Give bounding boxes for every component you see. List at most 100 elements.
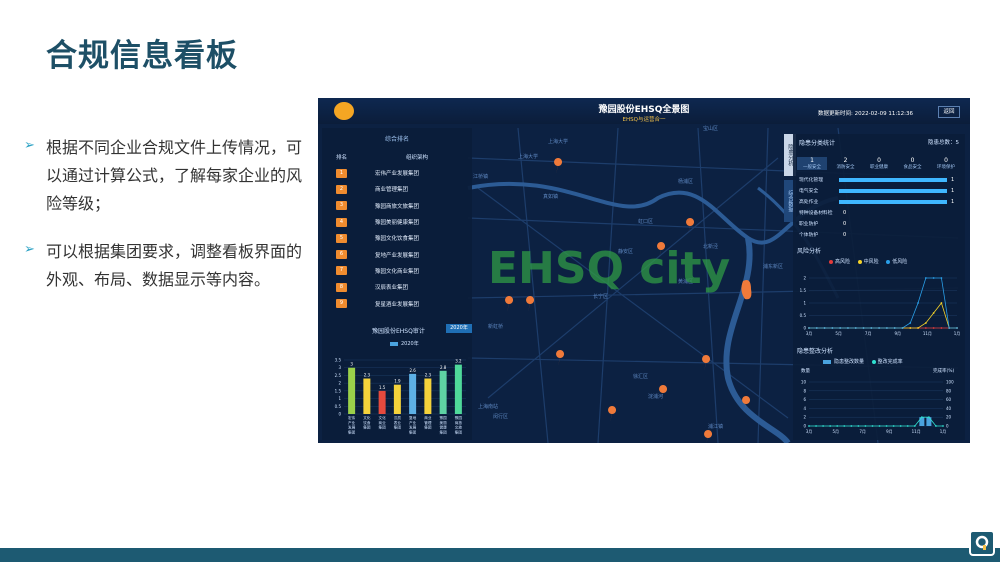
ranking-row[interactable]: 6 复地产业发展集团	[322, 246, 472, 262]
hazard-bar-value: 0	[843, 231, 847, 238]
rectify-legend: 隐患整改数量 整改完成率	[823, 358, 903, 365]
map-label: 浦东新区	[763, 263, 783, 270]
x-tick-label: 商旅	[455, 420, 463, 425]
bar	[363, 378, 371, 414]
data-point	[909, 327, 912, 329]
rank-org-name: 豫园文化商业集团	[375, 268, 420, 275]
y2-tick-label: 80	[946, 388, 952, 393]
hazard-stat[interactable]: 0 环境保护	[931, 157, 961, 170]
hazard-stat[interactable]: 2 消防安全	[831, 157, 861, 170]
year-button[interactable]: 2020年	[446, 324, 472, 333]
hazard-total: 隐患总数：5	[928, 138, 959, 147]
y2-tick-label: 20	[946, 415, 952, 420]
rank-number: 9	[336, 299, 347, 309]
hazard-bar-row: 电气安全 1	[799, 185, 965, 196]
ranking-row[interactable]: 1 宏伟产业发展集团	[322, 165, 472, 181]
bar-value-label: 1.5	[379, 385, 386, 390]
y-tick-label: 0	[803, 424, 806, 429]
map-label: 徐汇区	[633, 373, 648, 380]
x-tick-label: 集团	[379, 425, 387, 430]
hazard-stat-label: 一般安全	[803, 165, 821, 170]
y-tick-label: 2	[803, 276, 806, 281]
x-tick-label: 文旅	[455, 425, 463, 430]
x-tick-label: 集团	[455, 429, 463, 434]
bar-value-label: 2.6	[409, 368, 416, 373]
ranking-row[interactable]: 3 豫园商旅文旅集团	[322, 198, 472, 214]
hazard-stat-value: 0	[877, 157, 881, 164]
rectify-legend-rate: 整改完成率	[877, 359, 903, 365]
hazard-stat-label: 食品安全	[903, 165, 922, 170]
data-point	[878, 327, 881, 329]
data-point	[808, 425, 810, 427]
ranking-header: 排名 组织架构	[336, 153, 472, 161]
hazard-panel: 隐患分类统计 隐患总数：5 1 一般安全 2 消防安全 0 职业健康 0 食品安全 0 环境保护 …	[793, 134, 965, 440]
legend-swatch	[390, 341, 398, 346]
data-point	[942, 425, 944, 427]
rank-number: 8	[336, 282, 347, 292]
rectify-chart: 0 0 2 20 4 40 6 60 8 80 10 100 3月 5月 7月 9月 11月 1月	[801, 380, 954, 435]
data-point	[901, 327, 904, 329]
data-point	[956, 327, 958, 329]
data-point	[839, 327, 842, 329]
update-time-value: 2022-02-09 11:12:36	[854, 111, 914, 117]
x-tick-label: 3月	[806, 331, 813, 336]
x-tick-label: 7月	[859, 429, 866, 434]
y2-tick-label: 40	[946, 406, 952, 411]
rank-org-name: 商业管理集团	[375, 187, 409, 194]
x-tick-label: 商业	[379, 420, 387, 425]
bar	[409, 373, 417, 414]
x-tick-label: 文化	[363, 415, 371, 420]
x-tick-label: 11月	[912, 429, 921, 434]
y-tick-label: 6	[803, 397, 806, 402]
bar-value-label: 2.3	[364, 373, 371, 378]
data-point	[864, 425, 867, 427]
data-point	[924, 327, 927, 329]
ranking-row[interactable]: 7 豫园文化商业集团	[322, 263, 472, 279]
data-point	[822, 425, 825, 427]
dashboard-header: 豫园股份EHSQ全景图 EHSQ与运营合一 数据更新时间: 2022-02-09…	[318, 98, 970, 124]
data-point	[920, 416, 923, 419]
rank-number: 7	[336, 266, 347, 276]
data-point	[857, 425, 860, 427]
data-point	[909, 322, 912, 324]
watermark-text: EHSQ city	[488, 243, 730, 294]
hazard-stat-value: 1	[810, 157, 814, 164]
hazard-stat-label: 环境保护	[937, 165, 955, 170]
ranking-row[interactable]: 5 豫园文化饮食集团	[322, 230, 472, 246]
ranking-row[interactable]: 4 豫园美丽健康集团	[322, 214, 472, 230]
ranking-row[interactable]: 9 复星酒业发展集团	[322, 295, 472, 311]
x-tick-label: 健康	[440, 425, 448, 430]
audit-legend-label: 2020年	[401, 341, 419, 347]
hazard-stat[interactable]: 0 职业健康	[864, 157, 894, 170]
back-button[interactable]: 返回	[938, 106, 960, 118]
update-time: 数据更新时间: 2022-02-09 11:12:36	[818, 109, 913, 117]
bar	[348, 367, 356, 414]
hazard-stat[interactable]: 1 一般安全	[797, 157, 827, 170]
footer-bar	[0, 548, 1000, 562]
ranking-row[interactable]: 2 商业管理集团	[322, 181, 472, 197]
data-point	[843, 425, 846, 427]
hazard-bar-value: 1	[951, 187, 955, 194]
audit-title: 豫园股份EHSQ审计	[372, 328, 425, 335]
hazard-title: 隐患分类统计	[799, 140, 836, 147]
bullet-list: ➢ 根据不同企业合规文件上传情况，可以通过计算公式，了解每家企业的风险等级； ➢…	[24, 134, 314, 314]
hazard-bar-value: 1	[951, 198, 955, 205]
data-point	[836, 425, 839, 427]
x-tick-label: 产业	[409, 420, 417, 425]
legend-dot	[857, 259, 862, 264]
data-point	[893, 327, 896, 329]
hazard-bar-value: 1	[951, 176, 955, 183]
y-tick-label: 1.5	[800, 288, 807, 293]
x-tick-label: 产业	[348, 420, 356, 425]
hazard-bar-label: 高处作业	[799, 200, 819, 205]
hazard-bar	[839, 188, 947, 193]
rank-org-name: 豫园文化饮食集团	[375, 236, 420, 243]
x-tick-label: 5月	[835, 331, 842, 336]
legend-dot	[871, 359, 876, 364]
hazard-stat[interactable]: 0 食品安全	[898, 157, 928, 170]
x-tick-label: 集团	[394, 425, 402, 430]
data-point	[847, 327, 849, 329]
x-tick-label: 发展	[409, 425, 417, 430]
ranking-row[interactable]: 8 汉辰表业集团	[322, 279, 472, 295]
x-tick-label: 豫园	[440, 415, 448, 420]
